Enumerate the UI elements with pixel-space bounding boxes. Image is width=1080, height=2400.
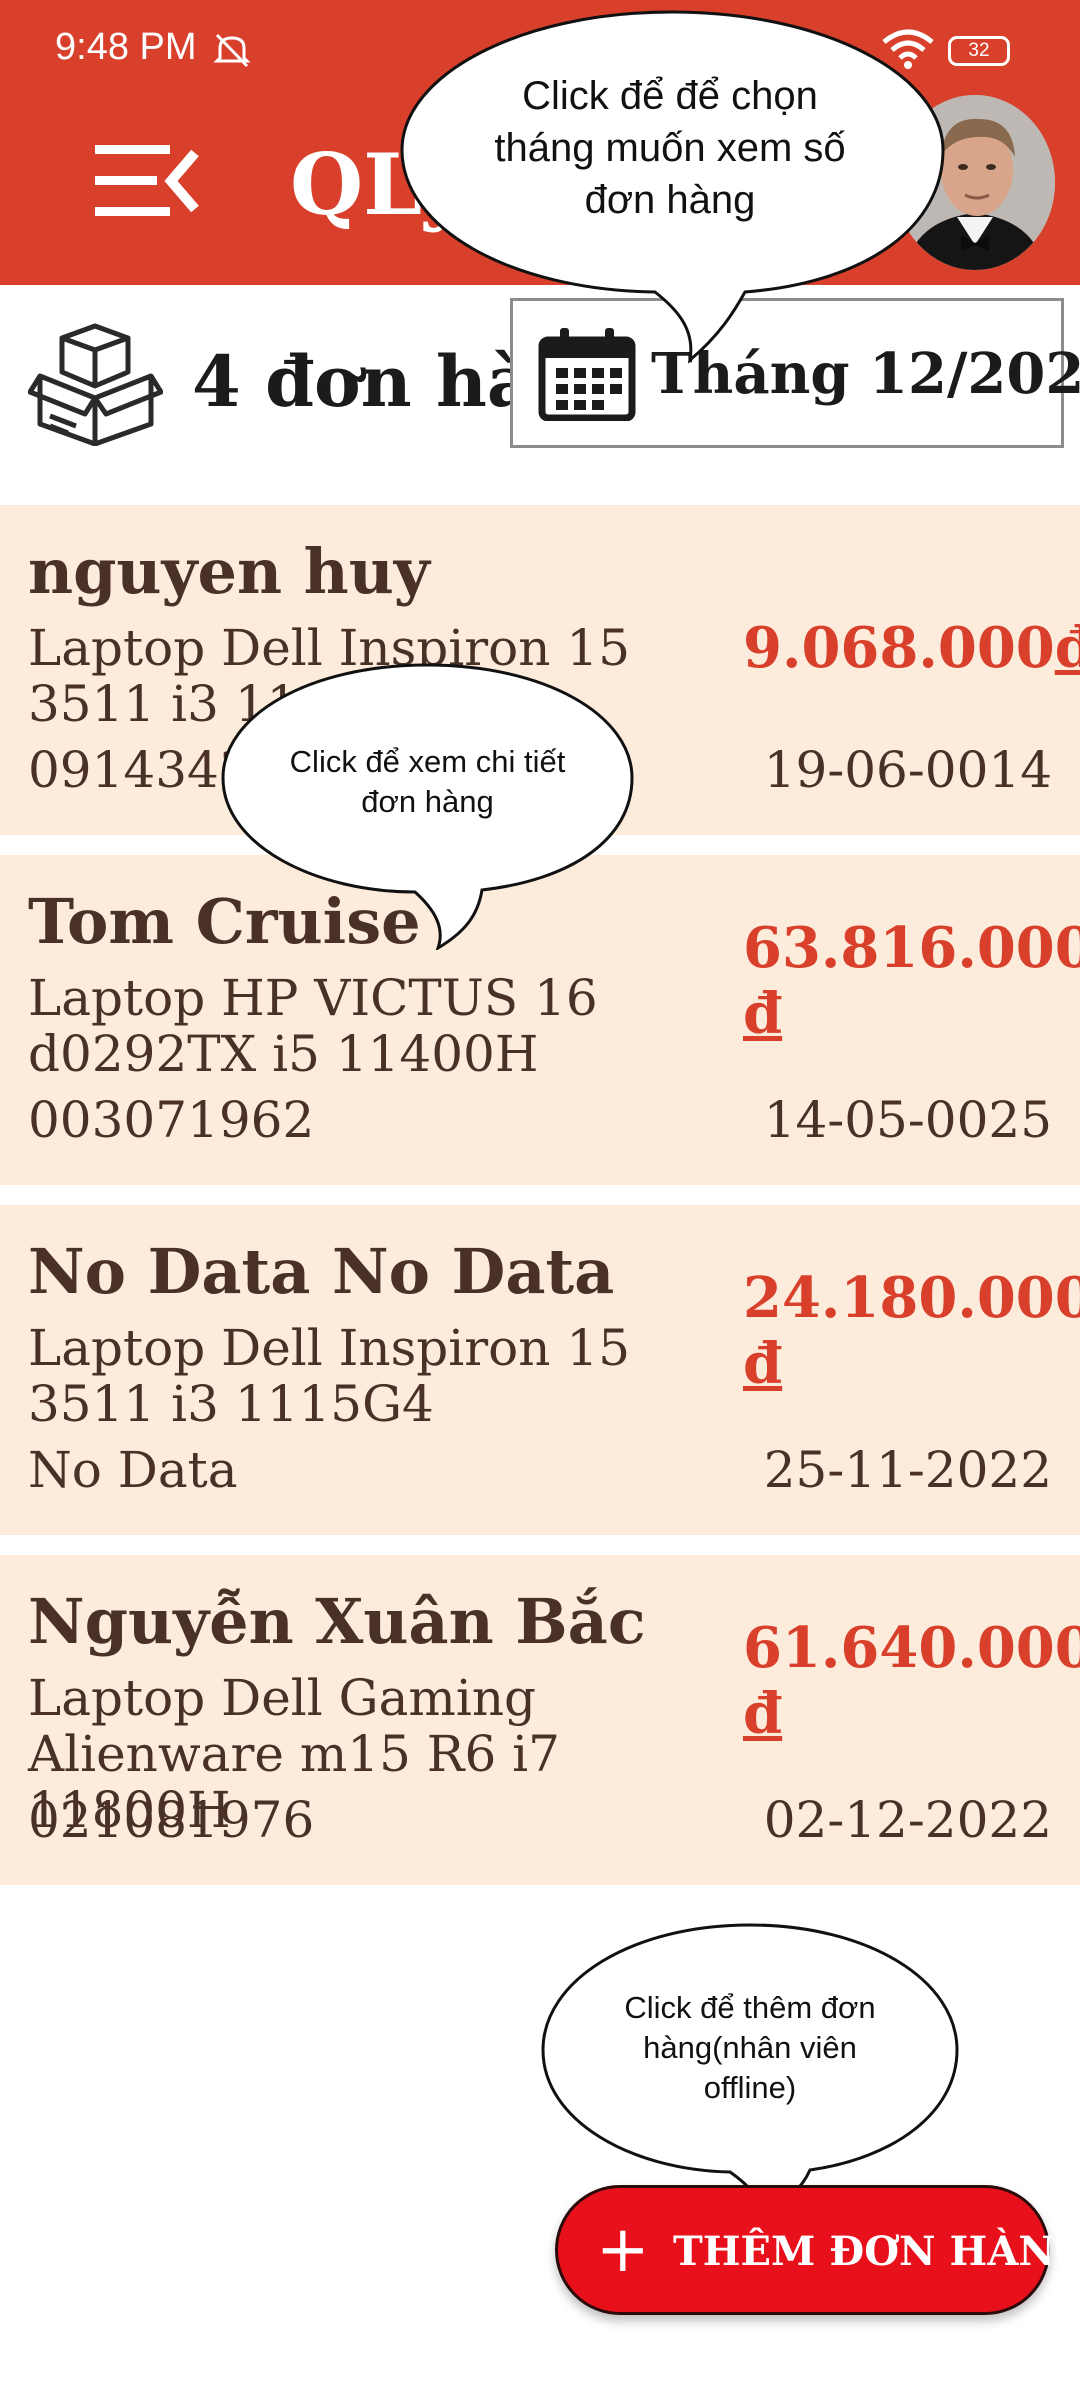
order-date: 19-06-0014 [763,741,1052,799]
price-value: 9.068.000 [743,615,1055,681]
callout-month-picker: Click để để chọn tháng muốn xem số đơn h… [400,0,945,370]
customer-name: Nguyễn Xuân Bắc [28,1585,646,1658]
order-date: 02-12-2022 [763,1791,1052,1849]
callout-line: hàng(nhân viên [643,2030,857,2065]
customer-name: No Data No Data [28,1235,615,1308]
callout-line: Click để thêm đơn [624,1990,876,2025]
customer-name: nguyen huy [28,535,430,608]
order-price: 9.068.000đ [743,615,1080,681]
callout-line: đơn hàng [361,784,494,819]
product-name: Laptop Dell Inspiron 15 3511 i3 1115G4 [28,1319,631,1433]
callout-line: offline) [703,2070,797,2105]
currency-symbol: đ [743,1681,783,1747]
currency-symbol: đ [1054,615,1080,681]
package-box-icon [28,323,163,446]
callout-line: Click để xem chi tiết [289,744,566,779]
customer-phone: 021081976 [28,1791,315,1849]
customer-phone: 003071962 [28,1091,315,1149]
customer-phone: No Data [28,1441,238,1499]
order-price: 63.816.000 đ [743,915,1080,1047]
status-time: 9:48 PM [55,26,197,68]
add-order-button[interactable]: + THÊM ĐƠN HÀNG [555,2185,1080,2315]
currency-symbol: đ [743,981,783,1047]
battery-icon: 32 [948,36,1010,66]
add-order-label: THÊM ĐƠN HÀNG [673,2228,1080,2275]
callout-line: tháng muốn xem số [494,126,846,170]
customer-phone: 0914343 [28,741,251,799]
callout-line: Click để để chọn [522,74,818,118]
callout-text: Click để thêm đơn hàng(nhân viên offline… [570,1988,930,2108]
order-date: 14-05-0025 [763,1091,1052,1149]
callout-text: Click để xem chi tiết đơn hàng [240,742,615,822]
price-value: 24.180.000 [743,1265,1080,1331]
product-name: Laptop HP VICTUS 16 d0292TX i5 11400H [28,969,598,1083]
order-price: 24.180.000 đ [743,1265,1080,1397]
order-card[interactable]: Nguyễn Xuân Bắc Laptop Dell Gaming Alien… [0,1555,1080,1885]
order-card[interactable]: No Data No Data Laptop Dell Inspiron 15 … [0,1205,1080,1535]
price-value: 61.640.000 [743,1615,1080,1681]
callout-add-order: Click để thêm đơn hàng(nhân viên offline… [540,1920,960,2220]
currency-symbol: đ [743,1331,783,1397]
plus-icon: + [596,2213,650,2287]
callout-line: đơn hàng [584,178,756,222]
callout-text: Click để để chọn tháng muốn xem số đơn h… [460,70,880,226]
callout-order-detail: Click để xem chi tiết đơn hàng [220,660,635,950]
menu-collapse-icon[interactable] [95,145,200,217]
mute-icon [213,33,251,68]
battery-level: 32 [968,40,990,61]
order-price: 61.640.000 đ [743,1615,1080,1747]
order-date: 25-11-2022 [763,1441,1052,1499]
price-value: 63.816.000 [743,915,1080,981]
